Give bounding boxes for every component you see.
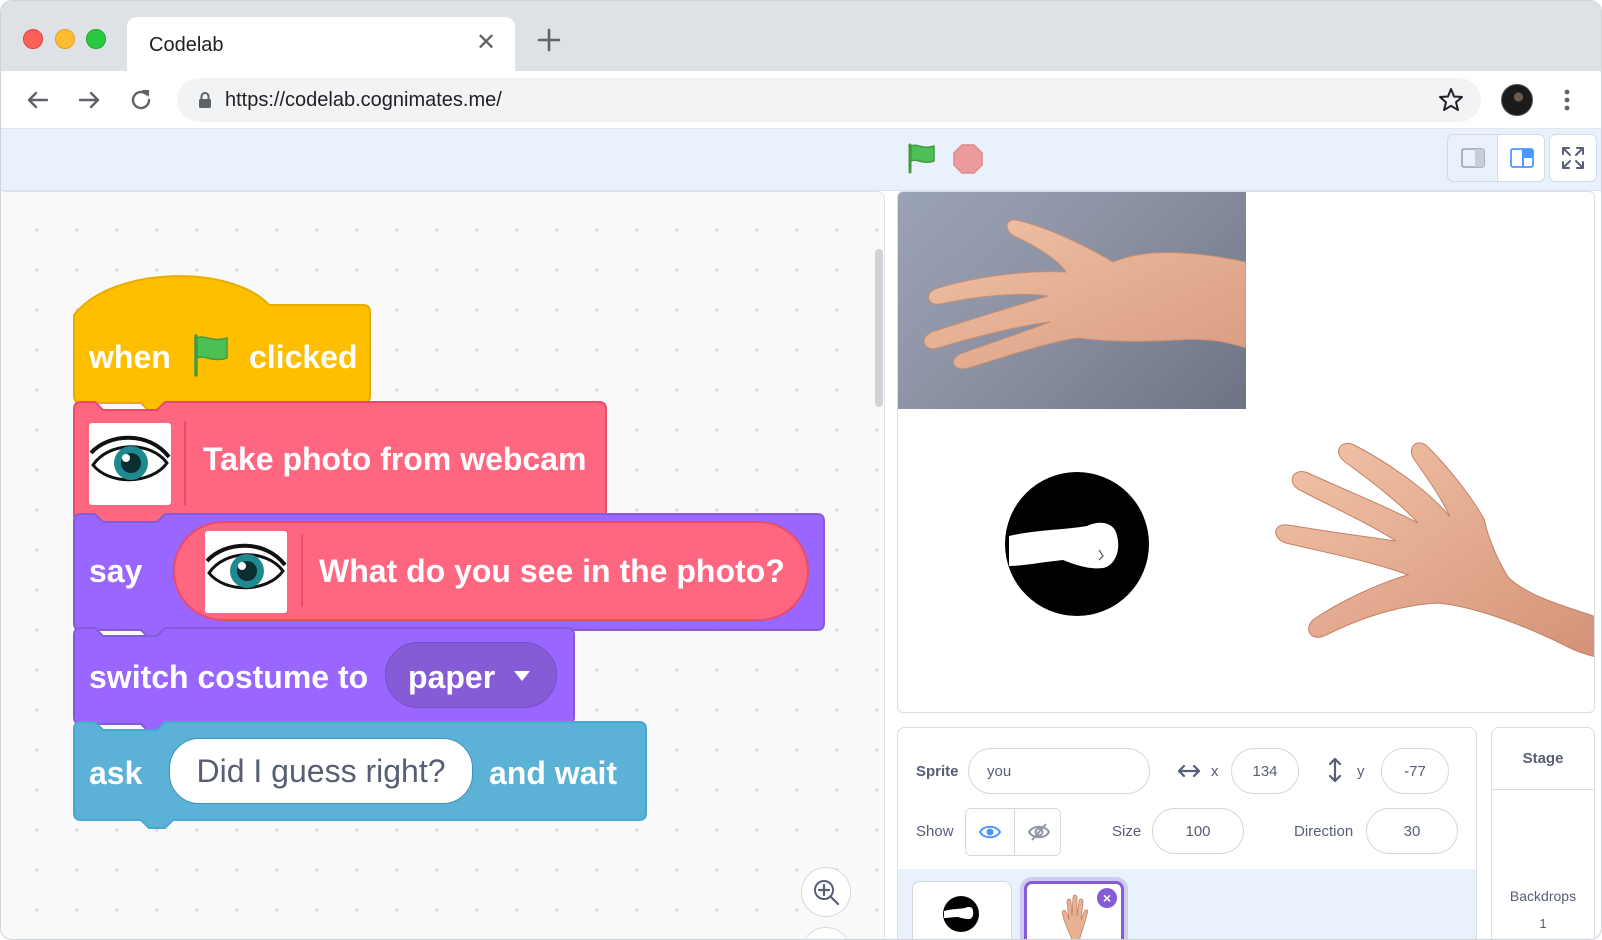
take-photo-label: Take photo from webcam (203, 441, 587, 477)
when-flag-clicked-block[interactable]: when clicked (73, 271, 373, 411)
tab-bar: Codelab ✕ (1, 1, 1601, 73)
tab-title: Codelab (149, 34, 224, 56)
eye-off-icon[interactable] (1014, 809, 1060, 855)
direction-field[interactable]: 30 (1366, 808, 1458, 854)
back-icon[interactable] (23, 85, 53, 115)
x-label: x (1211, 763, 1219, 780)
lock-icon (195, 90, 215, 110)
size-label: Size (1112, 823, 1142, 840)
hat-when-label: when (89, 339, 171, 375)
camera-reporter[interactable]: What do you see in the photo? (173, 521, 809, 621)
eye-icon (205, 531, 287, 613)
x-arrow-icon (1176, 762, 1202, 780)
ask-block[interactable]: ask Did I guess right? and wait (73, 721, 648, 837)
ask-suffix-label: and wait (489, 755, 618, 791)
say-label: say (89, 553, 143, 589)
app-header (1, 129, 1601, 191)
browser-window: Codelab ✕ https://codelab.cognimates.me/ (0, 0, 1602, 940)
backdrops-count: 1 (1539, 916, 1547, 931)
y-arrow-icon (1326, 756, 1344, 784)
address-bar[interactable]: https://codelab.cognimates.me/ (177, 78, 1481, 122)
y-label: y (1357, 763, 1365, 780)
delete-icon[interactable]: × (1097, 888, 1117, 908)
browser-tab[interactable]: Codelab ✕ (127, 17, 515, 73)
sprite-thumb-fist[interactable] (912, 881, 1012, 939)
stage-selector-pane[interactable]: Stage Backdrops 1 (1491, 727, 1595, 939)
eye-icon[interactable] (966, 809, 1014, 855)
browser-toolbar: https://codelab.cognimates.me/ (1, 71, 1601, 129)
x-field[interactable]: 134 (1231, 748, 1299, 794)
show-label: Show (916, 823, 954, 840)
close-tab-icon[interactable]: ✕ (473, 30, 499, 56)
minimize-window-button[interactable] (55, 29, 75, 49)
stage-title: Stage (1492, 728, 1594, 790)
show-toggle-group (965, 808, 1061, 856)
direction-label: Direction (1294, 823, 1354, 840)
avatar[interactable] (1501, 84, 1533, 116)
reporter-label: What do you see in the photo? (319, 553, 785, 589)
sprite-info-panel: Sprite you x 134 y -77 Show Size 100 Dir… (897, 727, 1477, 871)
dropdown-caret-icon (512, 669, 532, 683)
fist-sprite[interactable] (1003, 470, 1151, 618)
forward-icon[interactable] (74, 85, 104, 115)
say-block[interactable]: say What do you see in the photo? (73, 513, 826, 641)
reporter-divider (301, 535, 303, 607)
zoom-in-icon[interactable] (801, 867, 851, 917)
webcam-photo (898, 192, 1246, 409)
maximize-window-button[interactable] (86, 29, 106, 49)
green-flag-icon[interactable] (905, 141, 939, 175)
fullscreen-icon[interactable] (1549, 134, 1597, 182)
url-text: https://codelab.cognimates.me/ (225, 89, 502, 111)
y-field[interactable]: -77 (1381, 748, 1449, 794)
size-field[interactable]: 100 (1152, 808, 1244, 854)
eye-icon (89, 423, 171, 505)
kebab-icon[interactable] (1557, 85, 1577, 115)
small-stage-icon[interactable] (1448, 135, 1497, 181)
stage-canvas[interactable] (897, 191, 1595, 713)
hat-flag-icon (191, 333, 231, 377)
normal-stage-icon[interactable] (1497, 135, 1544, 181)
stage-size-toggle (1447, 134, 1545, 182)
stop-icon[interactable] (952, 143, 984, 175)
star-icon[interactable] (1437, 86, 1465, 114)
sprite-thumb-you[interactable]: × (1024, 881, 1124, 939)
costume-value: paper (408, 659, 496, 695)
hat-clicked-label: clicked (249, 339, 358, 375)
new-tab-icon[interactable] (534, 25, 564, 55)
sprite-name-field[interactable]: you (968, 748, 1150, 794)
backdrops-label: Backdrops (1509, 888, 1577, 904)
sprite-list: × (897, 869, 1477, 939)
costume-dropdown[interactable]: paper (385, 642, 557, 708)
ask-question-input[interactable]: Did I guess right? (169, 738, 473, 804)
costume-label: switch costume to (89, 659, 369, 695)
ask-label: ask (89, 755, 143, 791)
close-window-button[interactable] (23, 29, 43, 49)
sprite-label: Sprite (916, 763, 959, 780)
reload-icon[interactable] (126, 85, 156, 115)
hand-sprite[interactable] (1228, 407, 1594, 657)
workspace-scrollbar[interactable] (875, 249, 883, 407)
